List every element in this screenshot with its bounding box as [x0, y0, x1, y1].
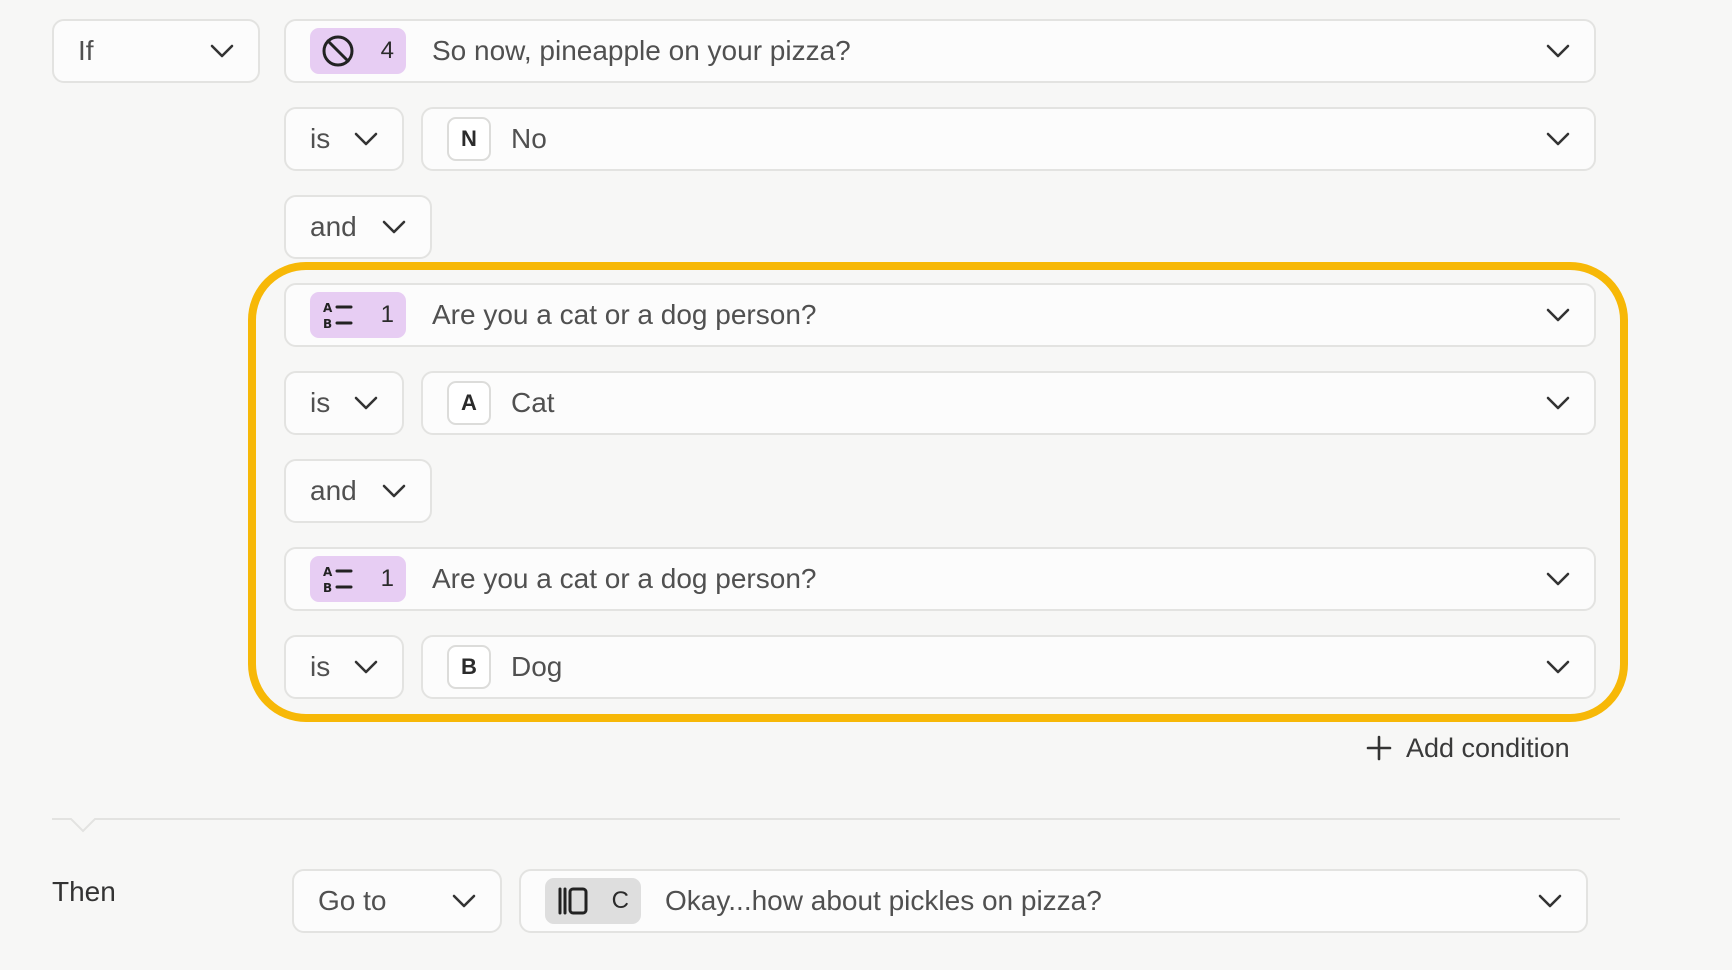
operator-dropdown-2[interactable]: is [284, 371, 404, 435]
answer-key: N [447, 117, 491, 161]
joiner-dropdown-2[interactable]: and [284, 459, 432, 523]
chevron-down-icon [382, 484, 406, 498]
svg-text:B: B [323, 581, 332, 595]
answer-key: A [447, 381, 491, 425]
question-select-2[interactable]: AB 1 Are you a cat or a dog person? [284, 283, 1596, 347]
svg-text:B: B [323, 317, 332, 331]
multiple-choice-icon: AB [320, 297, 356, 333]
operator-label: is [310, 123, 331, 154]
operator-dropdown-3[interactable]: is [284, 635, 404, 699]
target-question-select[interactable]: C Okay...how about pickles on pizza? [519, 869, 1588, 933]
svg-text:A: A [323, 565, 333, 579]
joiner-dropdown-1[interactable]: and [284, 195, 432, 259]
answer-text: Dog [511, 651, 563, 682]
if-label: If [78, 35, 94, 66]
chevron-down-icon [1546, 44, 1570, 58]
chevron-down-icon [354, 660, 378, 674]
question-number: 4 [380, 37, 394, 64]
answer-select-1[interactable]: N No [421, 107, 1596, 171]
chevron-down-icon [1546, 308, 1570, 322]
chevron-down-icon [452, 894, 476, 908]
chevron-down-icon [1546, 132, 1570, 146]
question-select-3[interactable]: AB 1 Are you a cat or a dog person? [284, 547, 1596, 611]
chevron-down-icon [354, 132, 378, 146]
if-dropdown[interactable]: If [52, 19, 260, 83]
chevron-down-icon [354, 396, 378, 410]
operator-label: is [310, 387, 331, 418]
add-condition-button[interactable]: Add condition [1366, 728, 1570, 768]
multiple-choice-icon: AB [320, 561, 356, 597]
question-number: 1 [380, 301, 394, 328]
divider [52, 818, 1620, 820]
answer-key: B [447, 645, 491, 689]
chevron-down-icon [210, 44, 234, 58]
answer-select-2[interactable]: A Cat [421, 371, 1596, 435]
target-badge: C [545, 878, 641, 924]
question-text: Are you a cat or a dog person? [432, 299, 817, 330]
action-dropdown[interactable]: Go to [292, 869, 502, 933]
answer-text: Cat [511, 387, 555, 418]
divider-notch [70, 818, 96, 833]
question-number: 1 [380, 565, 394, 592]
add-condition-label: Add condition [1406, 732, 1570, 763]
target-text: Okay...how about pickles on pizza? [665, 885, 1102, 916]
target-key: C [611, 887, 629, 914]
chevron-down-icon [1546, 396, 1570, 410]
then-label: Then [52, 876, 116, 907]
question-text: Are you a cat or a dog person? [432, 563, 817, 594]
joiner-label: and [310, 211, 357, 242]
answer-text: No [511, 123, 547, 154]
question-select-1[interactable]: 4 So now, pineapple on your pizza? [284, 19, 1596, 83]
plus-icon [1366, 735, 1392, 761]
chevron-down-icon [1538, 894, 1562, 908]
answer-select-3[interactable]: B Dog [421, 635, 1596, 699]
question-badge: AB 1 [310, 556, 406, 602]
operator-dropdown-1[interactable]: is [284, 107, 404, 171]
picture-choice-icon [555, 883, 591, 919]
question-badge: AB 1 [310, 292, 406, 338]
action-label: Go to [318, 885, 387, 916]
chevron-down-icon [382, 220, 406, 234]
operator-label: is [310, 651, 331, 682]
circle-slash-icon [320, 33, 356, 69]
joiner-label: and [310, 475, 357, 506]
question-badge: 4 [310, 28, 406, 74]
chevron-down-icon [1546, 572, 1570, 586]
question-text: So now, pineapple on your pizza? [432, 35, 851, 66]
chevron-down-icon [1546, 660, 1570, 674]
svg-text:A: A [323, 301, 333, 315]
